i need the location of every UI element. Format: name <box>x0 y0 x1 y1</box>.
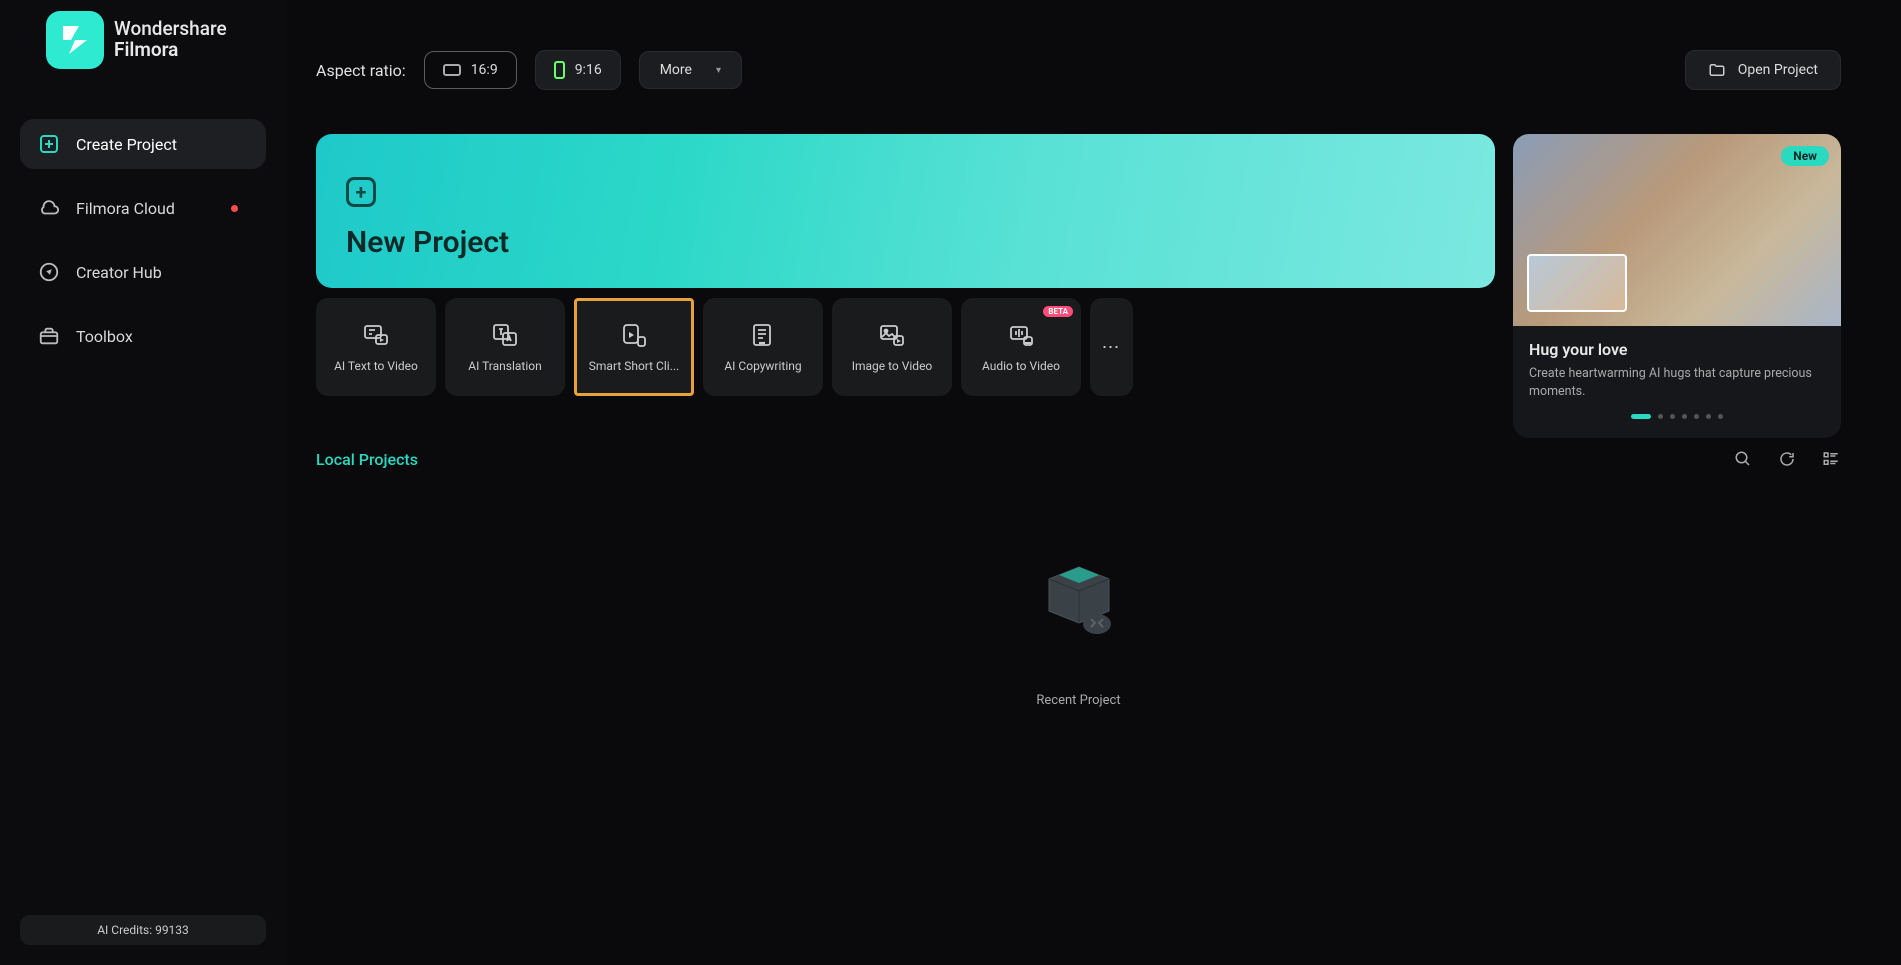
tool-ai-copywriting[interactable]: AI Copywriting <box>703 298 823 396</box>
carousel-dot[interactable] <box>1670 414 1675 419</box>
list-view-icon[interactable] <box>1821 449 1841 469</box>
sidebar-item-label: Toolbox <box>76 327 133 346</box>
promo-title: Hug your love <box>1529 340 1825 359</box>
tool-image-to-video[interactable]: Image to Video <box>832 298 952 396</box>
tool-label: Audio to Video <box>976 359 1066 373</box>
sidebar-item-label: Filmora Cloud <box>76 199 175 218</box>
carousel-dot[interactable] <box>1631 414 1651 419</box>
tool-audio-to-video[interactable]: BETA Audio to Video <box>961 298 1081 396</box>
plus-square-icon <box>38 133 60 155</box>
promo-image: New <box>1513 134 1841 326</box>
more-label: More <box>660 62 692 78</box>
plus-square-icon: + <box>346 177 376 207</box>
sidebar-item-creator-hub[interactable]: Creator Hub <box>20 247 266 297</box>
text-to-video-icon <box>362 321 390 349</box>
carousel-dot[interactable] <box>1706 414 1711 419</box>
local-projects-title: Local Projects <box>316 450 418 469</box>
promo-card[interactable]: New Hug your love Create heartwarming AI… <box>1513 134 1841 438</box>
translation-icon <box>491 321 519 349</box>
sidebar: Wondershare Filmora Create Project Filmo… <box>0 0 286 965</box>
portrait-rect-icon <box>554 61 565 79</box>
carousel-dot[interactable] <box>1694 414 1699 419</box>
local-projects-header: Local Projects <box>316 449 1841 469</box>
ellipsis-icon: ⋯ <box>1102 337 1122 358</box>
cloud-icon <box>38 197 60 219</box>
short-clips-icon <box>620 321 648 349</box>
local-actions <box>1733 449 1841 469</box>
image-to-video-icon <box>878 321 906 349</box>
new-badge: New <box>1781 146 1829 166</box>
copywriting-icon <box>749 321 777 349</box>
compass-icon <box>38 261 60 283</box>
empty-state-label: Recent Project <box>1036 693 1120 708</box>
app-logo[interactable]: Wondershare Filmora <box>46 11 266 69</box>
open-project-label: Open Project <box>1738 62 1818 78</box>
tool-ai-text-to-video[interactable]: AI Text to Video <box>316 298 436 396</box>
tools-row: AI Text to Video AI Translation Smart Sh… <box>316 298 1495 396</box>
refresh-icon[interactable] <box>1777 449 1797 469</box>
aspect-ratio-more-button[interactable]: More ▾ <box>639 51 742 89</box>
sidebar-item-filmora-cloud[interactable]: Filmora Cloud <box>20 183 266 233</box>
audio-to-video-icon <box>1007 321 1035 349</box>
filmora-logo-icon <box>46 11 104 69</box>
aspect-ratio-9-16-button[interactable]: 9:16 <box>535 50 621 90</box>
app-name: Wondershare Filmora <box>114 19 227 61</box>
beta-badge: BETA <box>1043 306 1073 317</box>
new-project-card[interactable]: + New Project <box>316 134 1495 288</box>
sidebar-item-label: Creator Hub <box>76 263 162 282</box>
sidebar-item-create-project[interactable]: Create Project <box>20 119 266 169</box>
chevron-down-icon: ▾ <box>716 65 721 76</box>
tool-label: Image to Video <box>846 359 939 373</box>
empty-state: Recent Project <box>316 539 1841 708</box>
aspect-ratio-label: Aspect ratio: <box>316 61 406 80</box>
tool-ai-translation[interactable]: AI Translation <box>445 298 565 396</box>
search-icon[interactable] <box>1733 449 1753 469</box>
carousel-dots[interactable] <box>1529 414 1825 419</box>
tool-more-button[interactable]: ⋯ <box>1090 298 1133 396</box>
aspect-ratio-16-9-button[interactable]: 16:9 <box>424 51 517 89</box>
tool-smart-short-clips[interactable]: Smart Short Cli... <box>574 298 694 396</box>
promo-description: Create heartwarming AI hugs that capture… <box>1529 365 1825 400</box>
open-project-button[interactable]: Open Project <box>1685 50 1841 90</box>
tool-label: AI Copywriting <box>718 359 807 373</box>
landscape-rect-icon <box>443 64 461 76</box>
toolbox-icon <box>38 325 60 347</box>
tool-label: AI Translation <box>462 359 548 373</box>
notification-dot-icon <box>231 205 238 212</box>
promo-body: Hug your love Create heartwarming AI hug… <box>1513 326 1841 429</box>
tool-label: AI Text to Video <box>328 359 424 373</box>
carousel-dot[interactable] <box>1658 414 1663 419</box>
ai-credits-pill[interactable]: AI Credits: 99133 <box>20 915 266 945</box>
main-content: Aspect ratio: 16:9 9:16 More ▾ Open Proj… <box>286 0 1901 965</box>
sidebar-item-label: Create Project <box>76 135 177 154</box>
new-project-title: New Project <box>346 225 1465 260</box>
tool-label: Smart Short Cli... <box>583 359 685 373</box>
empty-box-icon <box>1019 539 1139 649</box>
topbar: Aspect ratio: 16:9 9:16 More ▾ Open Proj… <box>316 50 1841 90</box>
ratio-label: 9:16 <box>575 62 602 78</box>
carousel-dot[interactable] <box>1718 414 1723 419</box>
sidebar-item-toolbox[interactable]: Toolbox <box>20 311 266 361</box>
carousel-dot[interactable] <box>1682 414 1687 419</box>
ratio-label: 16:9 <box>471 62 498 78</box>
hero-row: + New Project AI Text to Video AI Transl… <box>316 134 1841 438</box>
nav-group: Create Project Filmora Cloud Creator Hub… <box>20 119 266 361</box>
folder-icon <box>1708 61 1726 79</box>
